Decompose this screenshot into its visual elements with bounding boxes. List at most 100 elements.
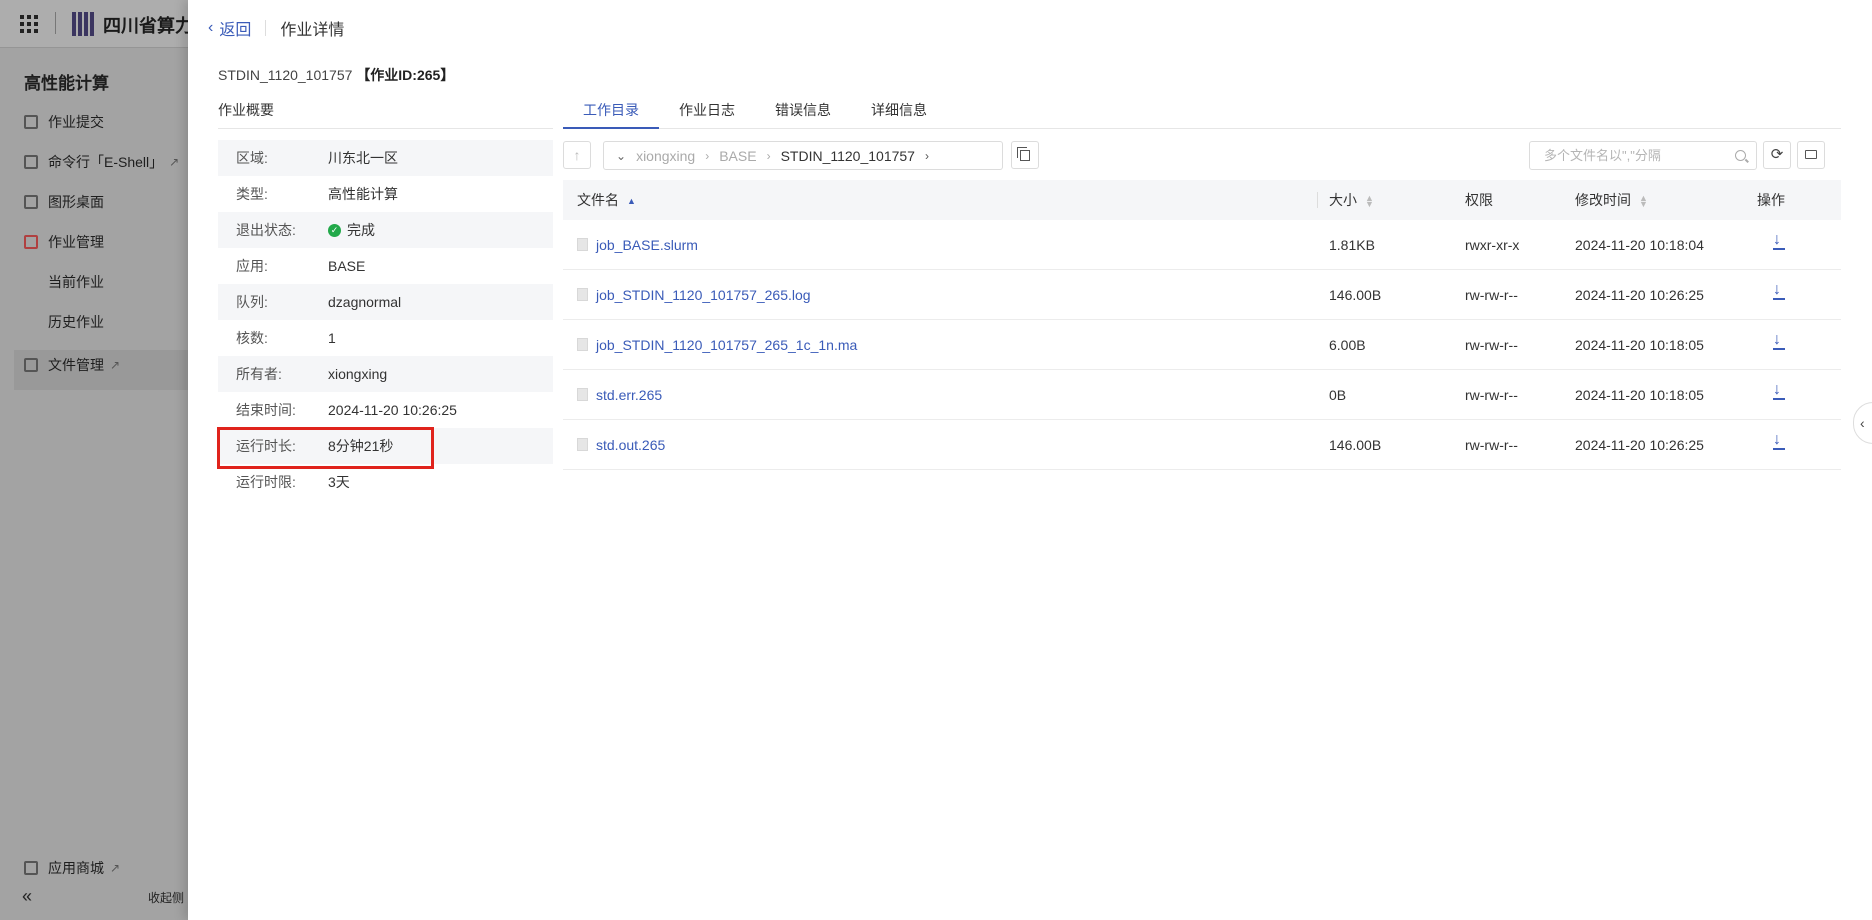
file-icon (577, 238, 588, 251)
app-grid-icon[interactable] (20, 15, 38, 33)
panel-header: ‹ 返回 作业详情 (208, 16, 344, 40)
collapse-sidebar-label[interactable]: 收起侧 (148, 889, 184, 906)
file-link[interactable]: job_BASE.slurm (596, 237, 698, 253)
back-label: 返回 (219, 22, 252, 39)
terminal-icon (24, 155, 38, 169)
summary-row-end-time: 结束时间: 2024-11-20 10:26:25 (218, 392, 553, 428)
header-name[interactable]: 文件名 ▲ (563, 190, 1315, 210)
folder-icon (24, 358, 38, 372)
file-size: 1.81KB (1329, 236, 1375, 253)
sidebar-item-label: 应用商城 (48, 860, 104, 876)
file-op (1755, 331, 1841, 355)
breadcrumb-item[interactable]: BASE (719, 148, 756, 164)
sidebar-item-label: 作业管理 (48, 234, 104, 250)
sidebar-item-file-management[interactable]: 文件管理 ↗ (24, 345, 194, 385)
file-perm: rwxr-xr-x (1465, 236, 1520, 253)
divider (55, 12, 56, 34)
breadcrumb-current[interactable]: STDIN_1120_101757 (781, 148, 915, 164)
download-icon[interactable] (1757, 381, 1785, 405)
summary-key: 退出状态: (236, 222, 296, 238)
sidebar-item-job-management[interactable]: 作业管理 (24, 222, 194, 262)
file-link[interactable]: job_STDIN_1120_101757_265_1c_1n.ma (596, 337, 857, 353)
refresh-button[interactable]: ⟳ (1763, 141, 1791, 169)
file-name-cell: job_BASE.slurm (563, 237, 1315, 253)
header-time[interactable]: 修改时间 ▲ ▼ (1575, 190, 1755, 210)
refresh-icon: ⟳ (1770, 146, 1784, 163)
header-size[interactable]: 大小 ▲ ▼ (1315, 190, 1465, 210)
summary-value: ✓ 完成 (328, 220, 375, 240)
sidebar: 高性能计算 作业提交 命令行「E-Shell」 ↗ 图形桌面 作业管理 当前作业… (0, 49, 188, 920)
external-link-icon: ↗ (169, 155, 180, 169)
open-folder-button[interactable] (1797, 141, 1825, 169)
sidebar-item-desktop[interactable]: 图形桌面 (24, 182, 194, 222)
sidebar-item-eshell[interactable]: 命令行「E-Shell」 ↗ (24, 142, 194, 182)
summary-row-exit-status: 退出状态: ✓ 完成 (218, 212, 553, 248)
file-search (1529, 141, 1757, 170)
job-id: 【作业ID:265】 (356, 67, 455, 83)
tab-job-log[interactable]: 作业日志 (659, 92, 755, 129)
tab-detail-info[interactable]: 详细信息 (851, 92, 947, 129)
job-detail-panel: ‹ 返回 作业详情 STDIN_1120_101757 【作业ID:265】 作… (188, 0, 1872, 920)
desktop-icon (24, 195, 38, 209)
breadcrumb-item[interactable]: xiongxing (636, 148, 695, 164)
file-link[interactable]: std.err.265 (596, 387, 662, 403)
file-time: 2024-11-20 10:18:05 (1575, 336, 1704, 353)
header-name-label: 文件名 (577, 192, 619, 208)
copy-path-button[interactable] (1011, 141, 1039, 169)
file-time: 2024-11-20 10:18:05 (1575, 386, 1704, 403)
collapse-sidebar-icon[interactable]: « (22, 886, 32, 907)
sidebar-item-app-store[interactable]: 应用商城 ↗ (24, 848, 194, 888)
file-link[interactable]: job_STDIN_1120_101757_265.log (596, 287, 811, 303)
sidebar-sub-history-jobs[interactable]: 历史作业 (48, 312, 104, 332)
sidebar-item-label: 命令行「E-Shell」 (48, 154, 164, 170)
file-table: 文件名 ▲ 大小 ▲ ▼ 权限 修改时间 ▲ ▼ 操作 job_BASE.slurm 1.… (563, 180, 1841, 470)
highlight-annotation-box (217, 427, 434, 469)
header-time-label: 修改时间 (1575, 192, 1631, 208)
sidebar-item-job-submit[interactable]: 作业提交 (24, 102, 194, 142)
file-op (1755, 281, 1841, 305)
sidebar-title: 高性能计算 (24, 74, 109, 93)
status-text: 完成 (347, 222, 375, 238)
sidebar-item-label: 文件管理 (48, 357, 104, 373)
summary-value: 3天 (328, 474, 350, 490)
tab-error-info[interactable]: 错误信息 (755, 92, 851, 129)
summary-row-queue: 队列: dzagnormal (218, 284, 553, 320)
sort-icon[interactable]: ▲ (627, 197, 636, 206)
summary-value: 1 (328, 330, 336, 346)
file-perm: rw-rw-r-- (1465, 386, 1518, 403)
summary-value: dzagnormal (328, 294, 402, 310)
download-icon[interactable] (1757, 231, 1785, 255)
back-button[interactable]: ‹ 返回 (208, 16, 251, 40)
sort-icon[interactable]: ▲ ▼ (1639, 194, 1648, 209)
download-icon[interactable] (1757, 331, 1785, 355)
header-size-label: 大小 (1329, 192, 1357, 208)
summary-key: 应用: (236, 258, 268, 274)
file-name-cell: std.out.265 (563, 437, 1315, 453)
download-icon[interactable] (1757, 431, 1785, 455)
check-circle-icon: ✓ (328, 223, 341, 237)
header-op: 操作 (1757, 192, 1785, 208)
summary-key: 运行时限: (236, 474, 296, 490)
chevron-right-icon: › (766, 148, 771, 163)
search-icon[interactable] (1735, 150, 1746, 161)
summary-row-run-limit: 运行时限: 3天 (218, 464, 553, 500)
file-size: 146.00B (1329, 436, 1382, 453)
file-link[interactable]: std.out.265 (596, 437, 665, 453)
folder-icon (1805, 149, 1817, 159)
arrow-up-icon: ↑ (573, 147, 581, 163)
summary-row-region: 区域: 川东北一区 (218, 140, 553, 176)
sort-icon[interactable]: ▲ ▼ (1365, 194, 1374, 209)
up-directory-button[interactable]: ↑ (563, 141, 591, 169)
job-icon (24, 235, 38, 249)
sidebar-sub-current-jobs[interactable]: 当前作业 (48, 272, 104, 292)
job-title: STDIN_1120_101757 【作业ID:265】 (218, 65, 454, 85)
chevron-double-down-icon[interactable]: ⌄ (616, 149, 626, 163)
download-icon[interactable] (1757, 281, 1785, 305)
file-perm: rw-rw-r-- (1465, 336, 1518, 353)
detail-tabs: 工作目录 作业日志 错误信息 详细信息 (563, 92, 1841, 129)
file-icon (577, 438, 588, 451)
search-input[interactable] (1530, 142, 1720, 169)
file-perm: rw-rw-r-- (1465, 286, 1518, 303)
tab-work-directory[interactable]: 工作目录 (563, 92, 659, 129)
store-icon (24, 861, 38, 875)
